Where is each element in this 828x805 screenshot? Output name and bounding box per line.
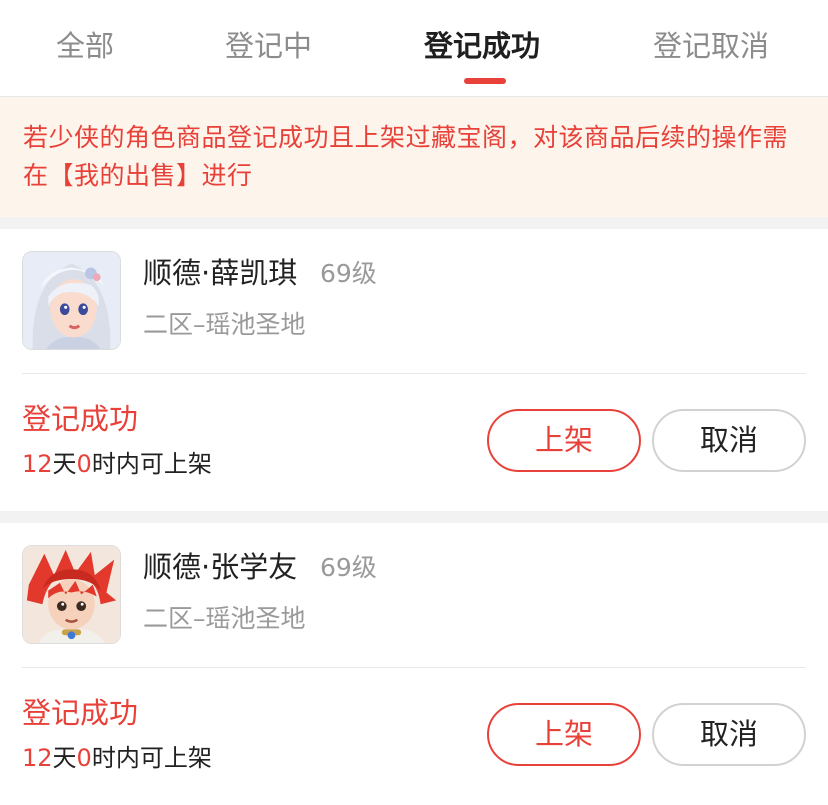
male-character-avatar-icon[interactable] xyxy=(22,545,121,644)
listing-countdown: 12天0时内可上架 xyxy=(22,447,212,481)
list-for-sale-button[interactable]: 上架 xyxy=(487,703,641,766)
character-level: 69级 xyxy=(320,259,377,288)
list-for-sale-button[interactable]: 上架 xyxy=(487,409,641,472)
registered-item-card: 顺德·薛凯琪 69级 二区–瑶池圣地 登记成功 12天0时内可上架 上架 取消 xyxy=(0,229,828,511)
countdown-hours-unit: 时内可上架 xyxy=(91,450,212,478)
notice-text: 若少侠的角色商品登记成功且上架过藏宝阁，对该商品后续的操作需在【我的出售】进行 xyxy=(23,123,789,190)
character-name: 顺德·薛凯琪 xyxy=(143,256,298,290)
tab-registration-cancelled[interactable]: 登记取消 xyxy=(653,26,769,66)
character-level: 69级 xyxy=(320,553,377,582)
character-server: 二区–瑶池圣地 xyxy=(143,310,306,339)
tab-registered-success[interactable]: 登记成功 xyxy=(424,26,540,66)
character-name: 顺德·张学友 xyxy=(143,550,298,584)
countdown-hours: 0 xyxy=(76,744,92,772)
listing-countdown: 12天0时内可上架 xyxy=(22,741,212,775)
status-tab-bar: 全部 登记中 登记成功 登记取消 xyxy=(0,0,828,97)
female-character-avatar-icon[interactable] xyxy=(22,251,121,350)
card-divider xyxy=(22,667,806,668)
card-divider xyxy=(22,373,806,374)
countdown-hours-unit: 时内可上架 xyxy=(91,744,212,772)
countdown-hours: 0 xyxy=(76,450,92,478)
registration-status: 登记成功 xyxy=(22,402,139,436)
tab-all[interactable]: 全部 xyxy=(56,26,114,66)
cancel-registration-button[interactable]: 取消 xyxy=(652,703,806,766)
section-separator xyxy=(0,511,828,523)
countdown-days-unit: 天 xyxy=(52,744,77,772)
tab-registering[interactable]: 登记中 xyxy=(225,26,312,66)
registered-item-card: 顺德·张学友 69级 二区–瑶池圣地 登记成功 12天0时内可上架 上架 取消 xyxy=(0,523,828,805)
character-server: 二区–瑶池圣地 xyxy=(143,604,306,633)
countdown-days: 12 xyxy=(22,744,53,772)
section-separator xyxy=(0,217,828,229)
registration-status: 登记成功 xyxy=(22,696,139,730)
cancel-registration-button[interactable]: 取消 xyxy=(652,409,806,472)
countdown-days: 12 xyxy=(22,450,53,478)
countdown-days-unit: 天 xyxy=(52,450,77,478)
notice-banner: 若少侠的角色商品登记成功且上架过藏宝阁，对该商品后续的操作需在【我的出售】进行 xyxy=(0,97,828,217)
active-tab-indicator xyxy=(464,78,506,84)
